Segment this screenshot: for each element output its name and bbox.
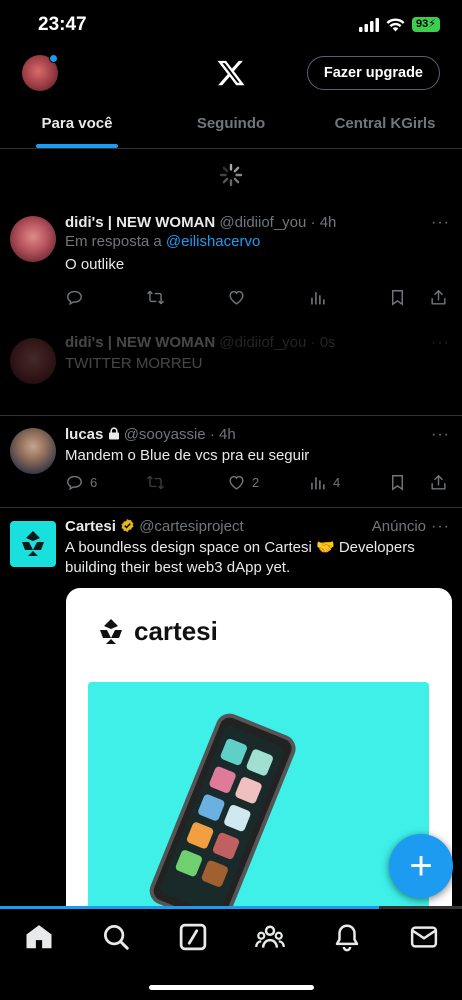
view-count: 4: [333, 475, 341, 490]
wifi-icon: [386, 17, 405, 31]
tab-para-voce[interactable]: Para você: [0, 100, 154, 148]
tweet-avatar[interactable]: [10, 428, 56, 474]
tweet-avatar[interactable]: [10, 216, 56, 262]
tweet-time: · 0s: [310, 334, 336, 351]
tweet-author-name[interactable]: didi's | NEW WOMAN: [65, 334, 215, 351]
tweet-2[interactable]: didi's | NEW WOMAN @didiiof_you · 0s TWI…: [0, 330, 462, 410]
home-indicator: [149, 985, 314, 990]
timeline-tabs: Para você Seguindo Central KGirls: [0, 100, 462, 149]
battery-level: 93⚡: [412, 17, 440, 32]
verified-gold-badge-icon: [121, 518, 134, 533]
tweet-header: didi's | NEW WOMAN @didiiof_you · 4h: [65, 214, 448, 231]
grok-icon[interactable]: [178, 922, 208, 952]
heart-icon: [229, 475, 244, 490]
more-options-icon[interactable]: ···: [431, 334, 450, 352]
share-button[interactable]: [429, 473, 448, 492]
cartesi-avatar[interactable]: [10, 521, 56, 567]
like-count: 2: [252, 475, 260, 490]
messages-mail-icon[interactable]: [409, 922, 439, 952]
analytics-icon: [311, 476, 325, 490]
more-options-icon[interactable]: ···: [431, 214, 450, 232]
tweet-avatar[interactable]: [10, 338, 56, 384]
status-icons: 93⚡: [359, 17, 440, 32]
cartesi-logo-icon: [100, 618, 122, 644]
tweet-text: A boundless design space on Cartesi 🤝 De…: [65, 539, 415, 576]
tab-central-kgirls[interactable]: Central KGirls: [308, 100, 462, 148]
retweet-button: [146, 473, 165, 492]
reply-to-link[interactable]: @eilishacervo: [166, 233, 260, 250]
retweet-icon: [147, 290, 164, 305]
share-icon: [431, 475, 446, 490]
home-icon[interactable]: [24, 922, 54, 952]
loading-spinner-icon: [219, 163, 243, 187]
tweet-handle[interactable]: @didiiof_you: [219, 214, 306, 231]
tweet-handle[interactable]: @sooyassie: [124, 426, 206, 443]
tweet-text: Mandem o Blue de vcs pra eu seguir: [65, 447, 310, 464]
signal-icon: [359, 17, 380, 32]
reply-icon: [67, 475, 82, 491]
top-header: Fazer upgrade: [0, 48, 462, 100]
tweet-author-name[interactable]: lucas: [65, 426, 103, 443]
bookmark-button[interactable]: [388, 473, 407, 492]
reply-context: Em resposta a @eilishacervo: [65, 233, 261, 250]
views-button[interactable]: 4: [308, 473, 340, 492]
reply-count: 6: [90, 475, 98, 490]
more-options-icon[interactable]: ···: [431, 518, 450, 536]
tweet-text: O outlike: [65, 256, 125, 273]
tab-seguindo[interactable]: Seguindo: [154, 100, 308, 148]
upgrade-button[interactable]: Fazer upgrade: [306, 56, 440, 90]
tweet-3[interactable]: lucas @sooyassie · 4h Mandem o Blue de v…: [0, 416, 462, 506]
like-button[interactable]: 2: [227, 473, 259, 492]
cartesi-logo-icon: [22, 531, 44, 556]
retweet-icon: [147, 475, 164, 490]
tweet-handle[interactable]: @cartesiproject: [139, 518, 243, 535]
tweet-time: · 4h: [310, 214, 337, 231]
views-button[interactable]: [308, 288, 327, 307]
notifications-bell-icon[interactable]: [332, 922, 362, 952]
tweet-header: lucas @sooyassie · 4h: [65, 426, 448, 443]
tweet-author-name[interactable]: Cartesi: [65, 518, 116, 535]
tweet-1[interactable]: didi's | NEW WOMAN @didiiof_you · 4h Em …: [0, 210, 462, 320]
bookmark-button[interactable]: [388, 288, 407, 307]
tweet-handle[interactable]: @didiiof_you: [219, 334, 306, 351]
x-logo-icon[interactable]: [216, 58, 246, 88]
more-options-icon[interactable]: ···: [431, 426, 450, 444]
card-brand: cartesi: [96, 616, 218, 647]
share-button[interactable]: [429, 288, 448, 307]
reply-button[interactable]: [65, 288, 84, 307]
notification-dot: [49, 54, 58, 63]
like-button[interactable]: [227, 288, 246, 307]
tweet-actions: 6 2 4: [65, 473, 450, 497]
bookmark-icon: [392, 475, 403, 491]
phone-illustration-icon: [149, 713, 296, 926]
ad-image: [88, 682, 429, 928]
search-icon[interactable]: [101, 922, 131, 952]
reply-icon: [67, 290, 82, 306]
tweet-header: didi's | NEW WOMAN @didiiof_you · 0s: [65, 334, 448, 351]
lock-icon: [108, 427, 119, 440]
reply-button[interactable]: 6: [65, 473, 97, 492]
tweet-time: · 4h: [209, 426, 236, 443]
tweet-author-name[interactable]: didi's | NEW WOMAN: [65, 214, 215, 231]
retweet-button[interactable]: [146, 288, 165, 307]
analytics-icon: [311, 291, 325, 305]
tweet-actions: [65, 288, 450, 312]
share-icon: [431, 290, 446, 305]
ad-label: Anúncio: [371, 518, 426, 535]
status-bar: 23:47 93⚡: [0, 0, 462, 48]
communities-icon[interactable]: [255, 922, 285, 952]
tweet-text: TWITTER MORREU: [65, 355, 203, 372]
bookmark-icon: [392, 290, 403, 306]
compose-button[interactable]: +: [389, 834, 453, 898]
status-time: 23:47: [38, 14, 87, 35]
heart-icon: [229, 290, 244, 305]
